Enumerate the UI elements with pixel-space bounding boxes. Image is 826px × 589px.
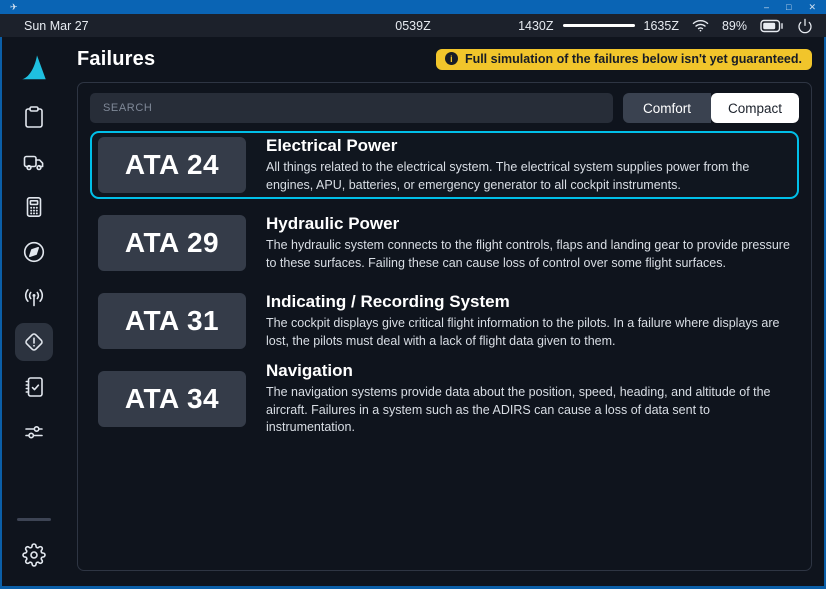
sliders-icon bbox=[22, 420, 46, 444]
failure-card-ata31[interactable]: ATA 31 Indicating / Recording System The… bbox=[90, 287, 799, 355]
failure-description: All things related to the electrical sys… bbox=[266, 159, 791, 195]
warning-banner: i Full simulation of the failures below … bbox=[436, 49, 812, 70]
failure-card-ata34[interactable]: ATA 34 Navigation The navigation systems… bbox=[90, 365, 799, 433]
sidebar-item-dashboard[interactable] bbox=[15, 98, 53, 136]
info-icon: i bbox=[445, 52, 458, 65]
battery-percent: 89% bbox=[722, 19, 747, 33]
schedule-end-time: 1635Z bbox=[644, 19, 679, 33]
sidebar bbox=[2, 37, 66, 586]
truck-icon bbox=[22, 150, 46, 174]
os-titlebar: ✈ – □ ✕ bbox=[0, 0, 826, 14]
ata-chapter-badge: ATA 34 bbox=[98, 371, 246, 427]
view-comfort-button[interactable]: Comfort bbox=[623, 93, 711, 123]
failure-title: Navigation bbox=[266, 361, 791, 381]
search-input[interactable] bbox=[90, 93, 613, 123]
sidebar-item-failures[interactable] bbox=[15, 323, 53, 361]
view-compact-button[interactable]: Compact bbox=[711, 93, 799, 123]
maximize-button[interactable]: □ bbox=[786, 3, 791, 12]
failure-description: The hydraulic system connects to the fli… bbox=[266, 237, 791, 273]
power-icon[interactable] bbox=[797, 18, 813, 34]
ata-chapter-badge: ATA 29 bbox=[98, 215, 246, 271]
sidebar-item-atc[interactable] bbox=[15, 278, 53, 316]
sidebar-item-navigation[interactable] bbox=[15, 233, 53, 271]
wifi-icon bbox=[692, 18, 709, 33]
close-button[interactable]: ✕ bbox=[808, 3, 816, 12]
sidebar-item-ground[interactable] bbox=[15, 143, 53, 181]
status-utc-time: 0539Z bbox=[395, 19, 430, 33]
page-title: Failures bbox=[77, 48, 155, 71]
ata-chapter-badge: ATA 31 bbox=[98, 293, 246, 349]
view-mode-toggle: Comfort Compact bbox=[623, 93, 799, 123]
failure-card-ata29[interactable]: ATA 29 Hydraulic Power The hydraulic sys… bbox=[90, 209, 799, 277]
sidebar-item-performance[interactable] bbox=[15, 188, 53, 226]
clipboard-icon bbox=[22, 105, 46, 129]
failure-description: The cockpit displays give critical fligh… bbox=[266, 315, 791, 351]
sidebar-divider bbox=[17, 518, 51, 521]
failure-card-ata24[interactable]: ATA 24 Electrical Power All things relat… bbox=[90, 131, 799, 199]
failure-title: Hydraulic Power bbox=[266, 214, 791, 234]
flight-progress-bar bbox=[563, 24, 635, 27]
diamond-exclamation-icon bbox=[22, 330, 46, 354]
tailfin-logo[interactable] bbox=[19, 52, 49, 89]
failure-card-list: ATA 24 Electrical Power All things relat… bbox=[90, 131, 799, 433]
flight-schedule: 1430Z 1635Z bbox=[518, 19, 679, 33]
schedule-start-time: 1430Z bbox=[518, 19, 553, 33]
sidebar-item-settings[interactable] bbox=[15, 536, 53, 574]
failures-page: Failures i Full simulation of the failur… bbox=[66, 37, 824, 586]
sidebar-item-checklists[interactable] bbox=[15, 368, 53, 406]
failure-title: Indicating / Recording System bbox=[266, 292, 791, 312]
warning-banner-text: Full simulation of the failures below is… bbox=[465, 52, 802, 66]
sidebar-item-presets[interactable] bbox=[15, 413, 53, 451]
broadcast-icon bbox=[22, 285, 46, 309]
gear-icon bbox=[22, 543, 46, 567]
checklist-icon bbox=[22, 375, 46, 399]
compass-icon bbox=[22, 240, 46, 264]
airplane-icon: ✈ bbox=[10, 3, 18, 12]
failures-panel: Comfort Compact ATA 24 Electrical Power … bbox=[77, 82, 812, 571]
calculator-icon bbox=[22, 195, 46, 219]
ata-chapter-badge: ATA 24 bbox=[98, 137, 246, 193]
efb-statusbar: Sun Mar 27 0539Z 1430Z 1635Z 89% bbox=[0, 14, 826, 37]
battery-icon bbox=[760, 19, 784, 33]
failure-title: Electrical Power bbox=[266, 136, 791, 156]
status-date: Sun Mar 27 bbox=[24, 19, 89, 33]
app-window: ✈ – □ ✕ Sun Mar 27 0539Z 1430Z 1635Z bbox=[0, 0, 826, 589]
failure-description: The navigation systems provide data abou… bbox=[266, 384, 791, 437]
minimize-button[interactable]: – bbox=[764, 3, 769, 12]
